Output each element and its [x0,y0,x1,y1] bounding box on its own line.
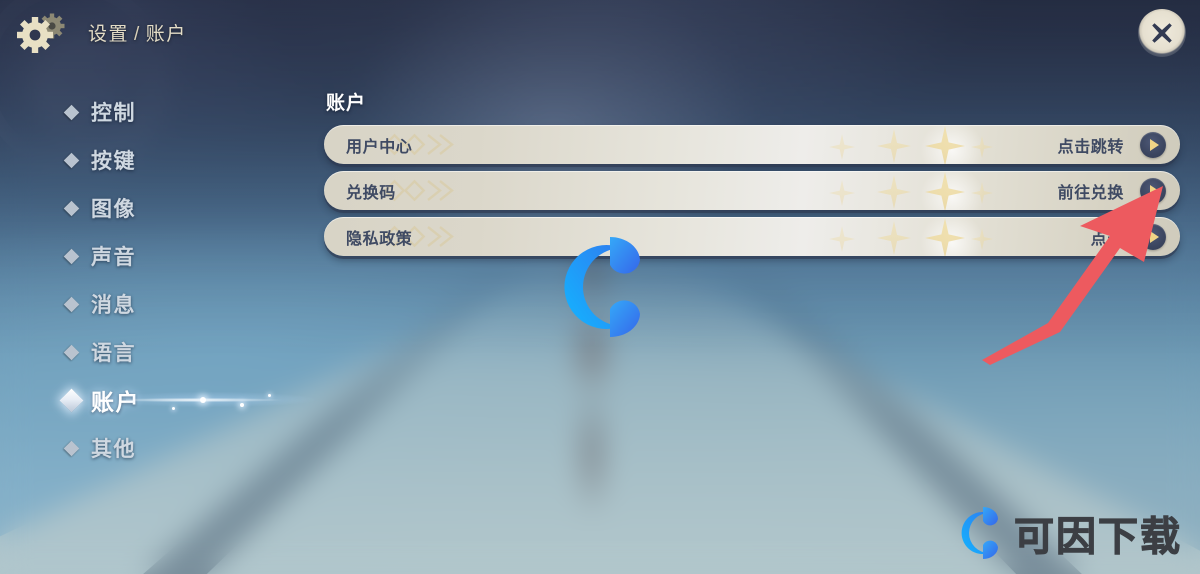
four-point-star-icon [971,136,993,158]
row-sparkle-decoration [825,217,1015,256]
four-point-star-icon [925,172,965,210]
setting-row-label: 兑换码 [346,184,396,202]
sidebar-item-label: 账户 [91,389,140,415]
sidebar-item-control[interactable]: 控制 [62,88,302,136]
sidebar-item-messages[interactable]: 消息 [62,280,302,328]
setting-row-label: 用户中心 [346,138,413,156]
close-x-icon [1152,23,1172,43]
sidebar-item-keys[interactable]: 按键 [62,136,302,184]
diamond-bullet-icon [63,440,80,456]
sidebar-item-other[interactable]: 其他 [62,424,302,472]
chevron-right-icon[interactable] [1140,223,1166,250]
account-panel: 账户 用户中心 点击跳转 兑换码 前往兑换 隐私政策 点击 [324,88,1180,263]
row-highlight-glow [920,217,984,256]
four-point-star-icon [829,134,855,160]
four-point-star-icon [877,129,911,163]
setting-row-action-label[interactable]: 前往兑换 [1058,171,1124,210]
diamond-bullet-icon [63,152,80,168]
sidebar-item-graphics[interactable]: 图像 [62,184,302,232]
sidebar-item-label: 其他 [91,438,136,461]
setting-row-label: 隐私政策 [346,230,413,248]
sidebar-item-account[interactable]: 账户 [59,376,336,424]
four-point-star-icon [877,221,911,255]
row-highlight-glow [920,125,984,164]
sidebar-item-label: 图像 [91,198,136,221]
chevron-right-icon[interactable] [1140,131,1166,158]
diamond-bullet-icon [63,104,80,120]
diamond-ornament-icon [383,179,454,202]
breadcrumb-current: 账户 [145,24,187,45]
diamond-bullet-icon [63,200,80,216]
sparkle-particle [200,397,206,403]
close-button[interactable] [1138,9,1186,57]
settings-sidebar: 控制 按键 图像 声音 消息 语言 账户 其他 [59,88,336,472]
sidebar-item-label: 声音 [91,246,136,269]
four-point-star-icon [971,182,993,204]
setting-row-privacy-policy[interactable]: 隐私政策 点击 [324,217,1180,256]
diamond-bullet-icon [63,296,80,312]
breadcrumb-root[interactable]: 设置 [88,24,129,45]
sidebar-item-sound[interactable]: 声音 [62,232,302,280]
row-sparkle-decoration [825,125,1015,164]
breadcrumb: 设置 / 账户 [88,19,187,46]
four-point-star-icon [829,226,855,252]
gear-icon [14,12,70,56]
setting-row-user-center[interactable]: 用户中心 点击跳转 [324,125,1180,164]
sidebar-item-label: 控制 [91,102,136,125]
setting-row-action-label[interactable]: 点击跳转 [1058,125,1124,164]
sidebar-item-label: 语言 [91,342,136,365]
four-point-star-icon [925,126,965,164]
sparkle-particle [268,394,271,397]
sparkle-particle [172,407,175,410]
diamond-bullet-icon [59,387,84,413]
page-title: 账户 [326,93,367,114]
four-point-star-icon [971,228,993,250]
four-point-star-icon [925,218,965,256]
sidebar-item-language[interactable]: 语言 [62,328,302,376]
sidebar-item-label: 按键 [91,150,136,173]
setting-row-redeem-code[interactable]: 兑换码 前往兑换 [324,171,1180,210]
four-point-star-icon [877,175,911,209]
diamond-bullet-icon [63,248,80,264]
chevron-right-icon[interactable] [1140,177,1166,204]
row-sparkle-decoration [825,171,1015,210]
sidebar-item-label: 消息 [91,294,136,317]
sparkle-particle [240,403,244,407]
diamond-bullet-icon [63,344,80,360]
header-bar: 设置 / 账户 [0,0,1200,68]
breadcrumb-separator: / [134,24,141,45]
row-highlight-glow [920,171,984,210]
setting-row-action-label[interactable]: 点击 [1091,217,1124,256]
four-point-star-icon [829,180,855,206]
